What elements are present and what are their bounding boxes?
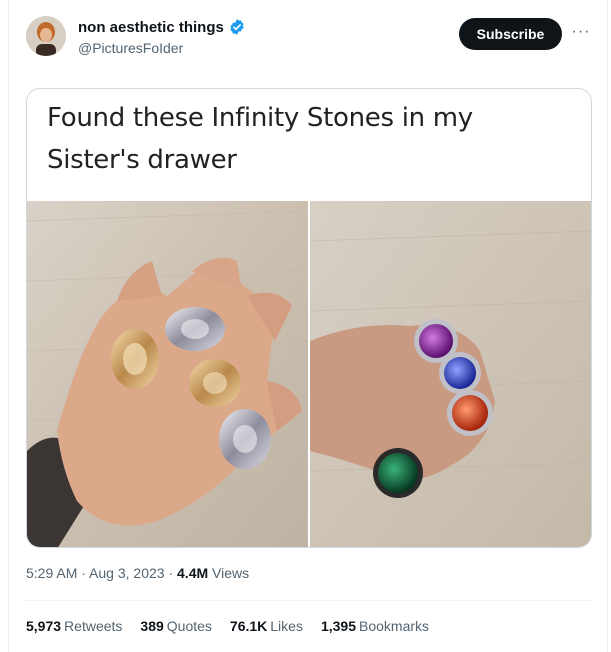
avatar-image bbox=[26, 16, 66, 56]
photo-grid bbox=[27, 201, 591, 547]
engagement-stats: 5,973 Retweets 389 Quotes 76.1K Likes 1,395… bbox=[26, 618, 429, 634]
author-display-name[interactable]: non aesthetic things bbox=[78, 19, 224, 36]
quotes-count: 389 bbox=[140, 618, 164, 634]
bookmarks-count: 1,395 bbox=[320, 618, 356, 634]
tweet-card: non aesthetic things @PicturesFoIder Sub… bbox=[8, 0, 608, 652]
meta-separator: · bbox=[164, 565, 178, 581]
author-name[interactable]: non aesthetic things bbox=[78, 18, 246, 36]
retweets-count: 5,973 bbox=[26, 618, 62, 634]
retweets-stat[interactable]: 5,973 Retweets bbox=[26, 618, 122, 634]
divider bbox=[26, 600, 592, 601]
photo-right-gem-rings[interactable] bbox=[310, 201, 591, 547]
meme-caption: Found these Infinity Stones in my Sister… bbox=[27, 89, 591, 201]
avatar[interactable] bbox=[26, 16, 66, 56]
tweet-date[interactable]: Aug 3, 2023 bbox=[89, 565, 165, 581]
meta-separator: · bbox=[77, 565, 90, 581]
quotes-label: Quotes bbox=[166, 618, 212, 634]
tweet-time[interactable]: 5:29 AM bbox=[26, 565, 77, 581]
likes-label: Likes bbox=[270, 618, 303, 634]
verified-badge-icon bbox=[230, 19, 244, 35]
views-count: 4.4M bbox=[177, 565, 209, 581]
tweet-media[interactable]: Found these Infinity Stones in my Sister… bbox=[26, 88, 592, 548]
author-handle[interactable]: @PicturesFoIder bbox=[78, 40, 183, 56]
likes-count: 76.1K bbox=[229, 618, 268, 634]
meme-caption-line-1: Found these Infinity Stones in my bbox=[47, 103, 473, 133]
bookmarks-stat[interactable]: 1,395 Bookmarks bbox=[321, 618, 429, 634]
photo-left-metal-rings[interactable] bbox=[27, 201, 308, 547]
likes-stat[interactable]: 76.1K Likes bbox=[230, 618, 303, 634]
views-label: Views bbox=[208, 565, 250, 581]
more-options-icon[interactable]: ··· bbox=[571, 22, 591, 42]
subscribe-button[interactable]: Subscribe bbox=[459, 18, 562, 50]
tweet-meta: 5:29 AM · Aug 3, 2023 · 4.4M Views bbox=[26, 565, 249, 581]
bookmarks-label: Bookmarks bbox=[359, 618, 430, 634]
quotes-stat[interactable]: 389 Quotes bbox=[140, 618, 212, 634]
meme-caption-line-2: Sister's drawer bbox=[47, 145, 237, 175]
retweets-label: Retweets bbox=[64, 618, 123, 634]
